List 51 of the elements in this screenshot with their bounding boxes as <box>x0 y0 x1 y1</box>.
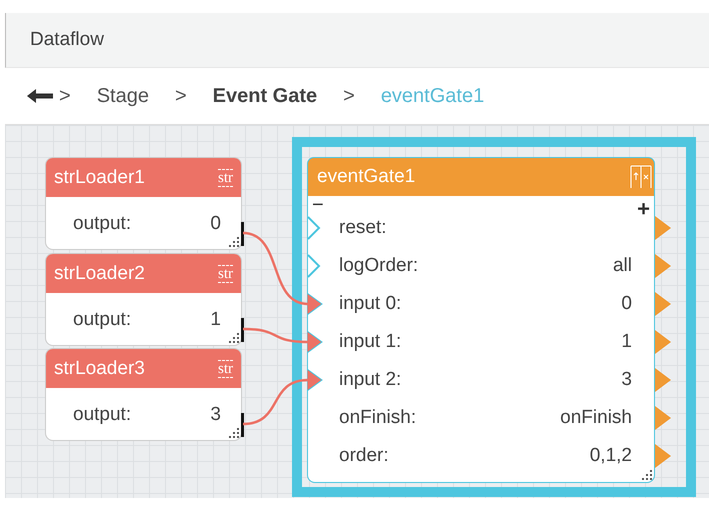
resize-grip-icon[interactable] <box>229 237 239 247</box>
port-value: 1 <box>621 331 632 353</box>
breadcrumb-item[interactable]: Event Gate <box>212 84 318 108</box>
port-label: onFinish: <box>339 407 416 429</box>
port-value: all <box>612 255 632 277</box>
pin-close-icon[interactable] <box>630 165 652 189</box>
breadcrumb-item: eventGate1 <box>380 84 484 108</box>
panel-title: Dataflow <box>30 29 104 51</box>
port-value: 0,1,2 <box>590 445 632 467</box>
port-value: 3 <box>210 404 221 426</box>
port-label: input 1: <box>339 331 402 353</box>
input-port-icon[interactable] <box>307 330 323 354</box>
loader-node[interactable]: strLoader1 str output: 0 <box>45 157 242 250</box>
resize-grip-icon[interactable] <box>229 333 239 343</box>
breadcrumb-separator: > <box>59 84 71 108</box>
add-port-button[interactable]: + <box>637 199 650 219</box>
port-label: input 0: <box>339 293 402 315</box>
resize-grip-icon[interactable] <box>229 428 239 438</box>
collapse-button[interactable]: − <box>312 195 324 215</box>
link-wire <box>242 378 308 426</box>
node-title: strLoader1 <box>54 166 145 188</box>
breadcrumb-separator: > <box>343 84 355 108</box>
resize-grip-icon[interactable] <box>642 470 652 480</box>
port-value: onFinish <box>560 407 632 429</box>
loader-node[interactable]: strLoader3 str output: 3 <box>45 348 242 441</box>
port-label: output: <box>73 309 132 331</box>
port-label: reset: <box>339 217 387 239</box>
event-port-icon[interactable] <box>307 216 321 240</box>
output-handle[interactable] <box>241 222 244 246</box>
output-handle[interactable] <box>241 413 244 437</box>
node-title: strLoader2 <box>54 262 145 284</box>
link-wire <box>242 328 308 344</box>
port-value: 0 <box>210 213 221 235</box>
port-value: 0 <box>621 293 632 315</box>
event-port-icon[interactable] <box>307 254 321 278</box>
port-label: order: <box>339 445 389 467</box>
port-label: logOrder: <box>339 255 418 277</box>
port-label: output: <box>73 404 132 426</box>
node-title: strLoader3 <box>54 358 145 380</box>
output-handle[interactable] <box>241 318 244 342</box>
port-label: output: <box>73 213 132 235</box>
breadcrumb-separator: > <box>174 84 187 108</box>
loader-node[interactable]: strLoader2 str output: 1 <box>45 253 242 346</box>
input-port-icon[interactable] <box>307 368 323 392</box>
input-port-icon[interactable] <box>307 292 323 316</box>
node-title: eventGate1 <box>317 166 416 188</box>
back-arrow-icon[interactable] <box>27 89 53 103</box>
port-value: 3 <box>621 369 632 391</box>
port-label: input 2: <box>339 369 402 391</box>
port-value: 1 <box>210 309 221 331</box>
breadcrumb-item[interactable]: Stage <box>96 84 149 108</box>
